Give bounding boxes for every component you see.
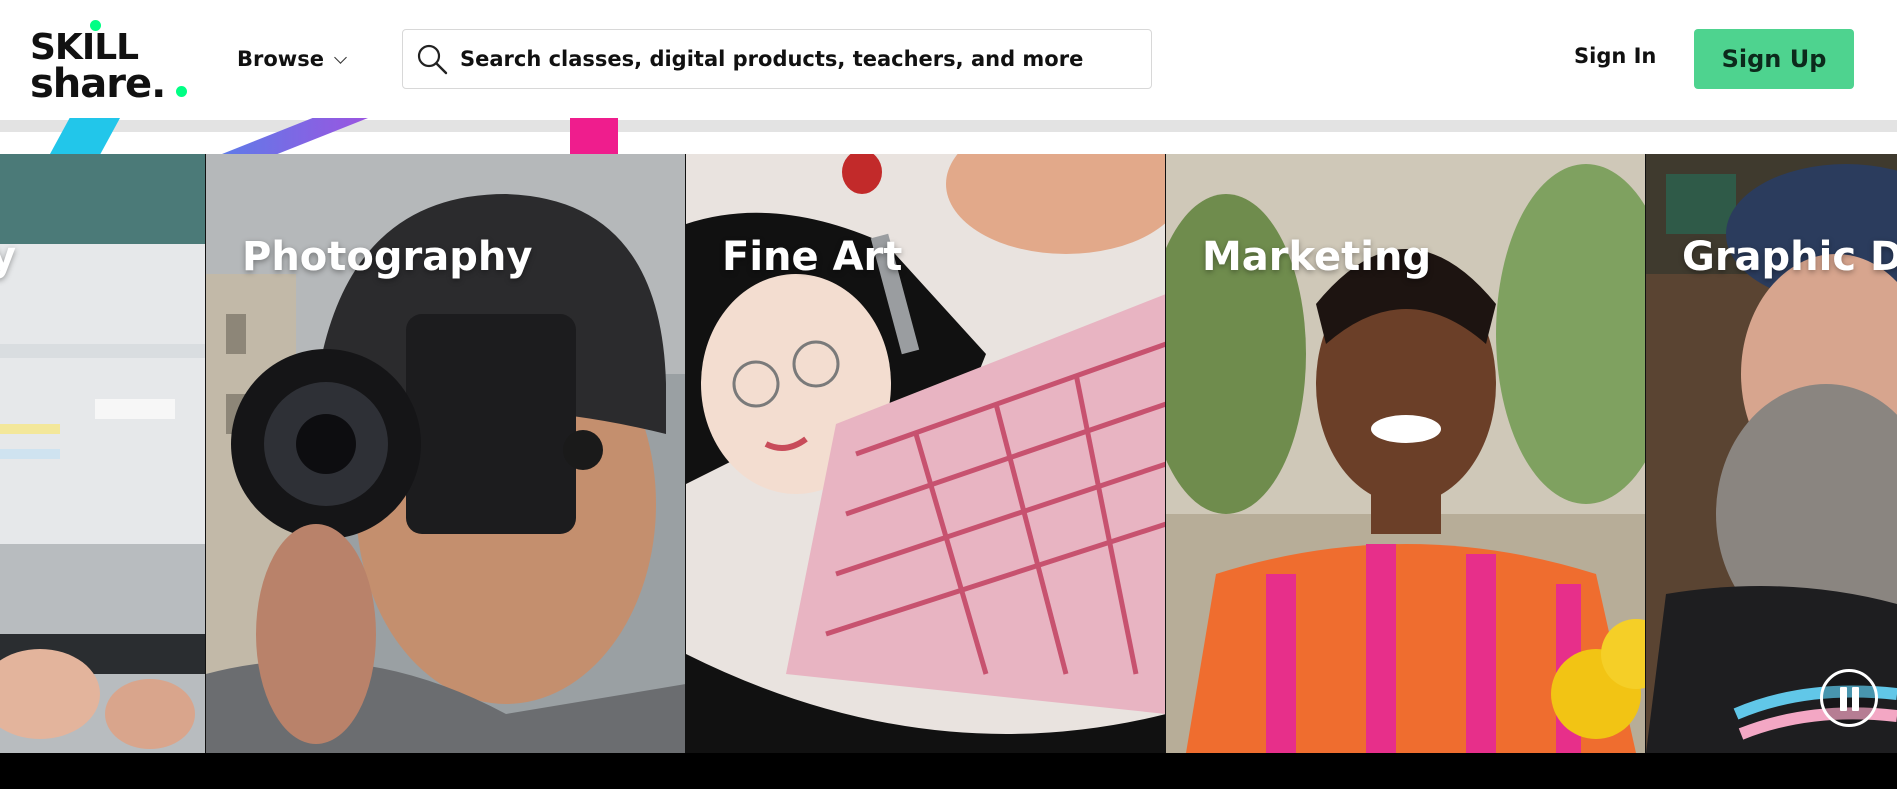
search-input[interactable] [460,30,1140,88]
search-bar[interactable] [402,29,1152,89]
browse-menu-button[interactable]: Browse [237,44,347,74]
category-title: Graphic De [1682,234,1897,280]
sign-in-link[interactable]: Sign In [1574,44,1656,68]
category-carousel: y Photography [0,154,1897,753]
category-tile-graphic-design[interactable]: Graphic De [1646,154,1897,753]
pause-icon[interactable] [1820,669,1878,727]
sign-up-button[interactable]: Sign Up [1694,29,1854,89]
category-title: Photography [242,234,533,280]
category-title: Marketing [1202,234,1432,280]
browse-label: Browse [237,47,324,71]
logo-dot [176,86,187,97]
laptop-notion-image [0,154,205,753]
logo-line-2: share. [30,61,166,107]
category-tile-marketing[interactable]: Marketing [1166,154,1646,753]
sign-up-label: Sign Up [1721,45,1827,73]
chevron-down-icon [334,50,347,64]
skillshare-logo[interactable]: SKILL share. [30,20,190,107]
decorative-pink-shape [570,118,618,154]
category-title: Fine Art [722,234,903,280]
bottom-bar [0,753,1897,789]
category-tile-fine-art[interactable]: Fine Art [686,154,1166,753]
decorative-strip [0,118,1897,154]
category-tile-photography[interactable]: Photography [206,154,686,753]
category-tile-productivity[interactable]: y [0,154,206,753]
site-header: SKILL share. Browse Sign In Sign Up [0,0,1897,118]
category-title: y [0,234,16,280]
search-icon [417,44,448,75]
